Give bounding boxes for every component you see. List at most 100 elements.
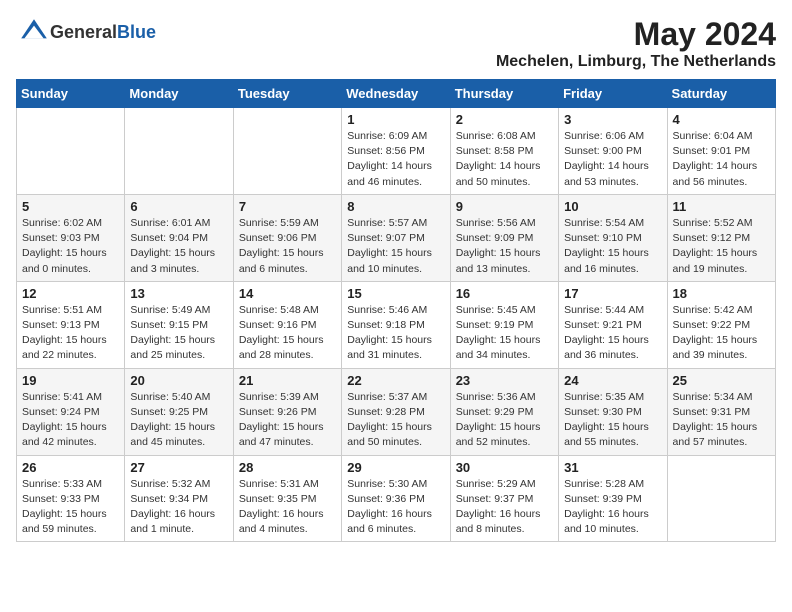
- day-number: 5: [22, 199, 119, 214]
- calendar-week-row: 26Sunrise: 5:33 AM Sunset: 9:33 PM Dayli…: [17, 455, 776, 542]
- day-info: Sunrise: 6:06 AM Sunset: 9:00 PM Dayligh…: [564, 129, 661, 190]
- calendar-cell: 1 Sunrise: 6:09 AM Sunset: 8:56 PM Daylig…: [342, 108, 450, 195]
- calendar-cell: 27 Sunrise: 5:32 AM Sunset: 9:34 PM Dayli…: [125, 455, 233, 542]
- calendar-cell: 13Sunrise: 5:49 AM Sunset: 9:15 PM Dayli…: [125, 281, 233, 368]
- day-number: 7: [239, 199, 336, 214]
- calendar-cell: 6 Sunrise: 6:01 AM Sunset: 9:04 PM Daylig…: [125, 194, 233, 281]
- calendar-cell: [233, 108, 341, 195]
- day-number: 28: [239, 460, 336, 475]
- day-number: 24: [564, 373, 661, 388]
- day-info: Sunrise: 5:29 AM Sunset: 9:37 PM Dayligh…: [456, 477, 553, 538]
- day-info: Sunrise: 6:01 AM Sunset: 9:04 PM Dayligh…: [130, 216, 227, 277]
- calendar-cell: 5 Sunrise: 6:02 AM Sunset: 9:03 PM Daylig…: [17, 194, 125, 281]
- calendar-cell: 20 Sunrise: 5:40 AM Sunset: 9:25 PM Dayli…: [125, 368, 233, 455]
- day-info: Sunrise: 5:57 AM Sunset: 9:07 PM Dayligh…: [347, 216, 444, 277]
- calendar-cell: 3 Sunrise: 6:06 AM Sunset: 9:00 PM Daylig…: [559, 108, 667, 195]
- day-info: Sunrise: 5:40 AM Sunset: 9:25 PM Dayligh…: [130, 390, 227, 451]
- weekday-header-wednesday: Wednesday: [342, 80, 450, 108]
- calendar-cell: 22Sunrise: 5:37 AM Sunset: 9:28 PM Dayli…: [342, 368, 450, 455]
- logo-icon: [18, 16, 50, 48]
- month-year-title: May 2024: [496, 16, 776, 53]
- day-number: 9: [456, 199, 553, 214]
- day-number: 16: [456, 286, 553, 301]
- calendar-cell: 19Sunrise: 5:41 AM Sunset: 9:24 PM Dayli…: [17, 368, 125, 455]
- day-number: 15: [347, 286, 444, 301]
- day-info: Sunrise: 6:09 AM Sunset: 8:56 PM Dayligh…: [347, 129, 444, 190]
- calendar-table: SundayMondayTuesdayWednesdayThursdayFrid…: [16, 79, 776, 542]
- day-number: 29: [347, 460, 444, 475]
- day-number: 31: [564, 460, 661, 475]
- calendar-cell: 8 Sunrise: 5:57 AM Sunset: 9:07 PM Daylig…: [342, 194, 450, 281]
- day-number: 18: [673, 286, 770, 301]
- calendar-cell: 30Sunrise: 5:29 AM Sunset: 9:37 PM Dayli…: [450, 455, 558, 542]
- logo-blue-text: Blue: [117, 22, 156, 42]
- day-info: Sunrise: 5:32 AM Sunset: 9:34 PM Dayligh…: [130, 477, 227, 538]
- weekday-header-sunday: Sunday: [17, 80, 125, 108]
- day-number: 3: [564, 112, 661, 127]
- calendar-cell: 14Sunrise: 5:48 AM Sunset: 9:16 PM Dayli…: [233, 281, 341, 368]
- day-number: 6: [130, 199, 227, 214]
- title-block: May 2024 Mechelen, Limburg, The Netherla…: [496, 16, 776, 71]
- day-info: Sunrise: 6:08 AM Sunset: 8:58 PM Dayligh…: [456, 129, 553, 190]
- day-number: 8: [347, 199, 444, 214]
- day-number: 20: [130, 373, 227, 388]
- day-info: Sunrise: 5:54 AM Sunset: 9:10 PM Dayligh…: [564, 216, 661, 277]
- day-info: Sunrise: 5:44 AM Sunset: 9:21 PM Dayligh…: [564, 303, 661, 364]
- calendar-cell: 31 Sunrise: 5:28 AM Sunset: 9:39 PM Dayli…: [559, 455, 667, 542]
- day-info: Sunrise: 5:46 AM Sunset: 9:18 PM Dayligh…: [347, 303, 444, 364]
- calendar-cell: [667, 455, 775, 542]
- day-info: Sunrise: 5:45 AM Sunset: 9:19 PM Dayligh…: [456, 303, 553, 364]
- calendar-cell: [125, 108, 233, 195]
- day-number: 27: [130, 460, 227, 475]
- logo: GeneralBlue: [16, 16, 156, 48]
- weekday-header-thursday: Thursday: [450, 80, 558, 108]
- calendar-cell: 15 Sunrise: 5:46 AM Sunset: 9:18 PM Dayli…: [342, 281, 450, 368]
- calendar-cell: 2 Sunrise: 6:08 AM Sunset: 8:58 PM Daylig…: [450, 108, 558, 195]
- day-info: Sunrise: 5:42 AM Sunset: 9:22 PM Dayligh…: [673, 303, 770, 364]
- calendar-cell: 16 Sunrise: 5:45 AM Sunset: 9:19 PM Dayli…: [450, 281, 558, 368]
- day-number: 23: [456, 373, 553, 388]
- calendar-week-row: 5 Sunrise: 6:02 AM Sunset: 9:03 PM Daylig…: [17, 194, 776, 281]
- day-number: 19: [22, 373, 119, 388]
- calendar-cell: 26Sunrise: 5:33 AM Sunset: 9:33 PM Dayli…: [17, 455, 125, 542]
- calendar-cell: 23 Sunrise: 5:36 AM Sunset: 9:29 PM Dayli…: [450, 368, 558, 455]
- weekday-header-monday: Monday: [125, 80, 233, 108]
- calendar-week-row: 19Sunrise: 5:41 AM Sunset: 9:24 PM Dayli…: [17, 368, 776, 455]
- calendar-cell: 25 Sunrise: 5:34 AM Sunset: 9:31 PM Dayli…: [667, 368, 775, 455]
- calendar-cell: 21 Sunrise: 5:39 AM Sunset: 9:26 PM Dayli…: [233, 368, 341, 455]
- day-info: Sunrise: 5:30 AM Sunset: 9:36 PM Dayligh…: [347, 477, 444, 538]
- weekday-header-row: SundayMondayTuesdayWednesdayThursdayFrid…: [17, 80, 776, 108]
- weekday-header-saturday: Saturday: [667, 80, 775, 108]
- calendar-cell: 7Sunrise: 5:59 AM Sunset: 9:06 PM Daylig…: [233, 194, 341, 281]
- weekday-header-friday: Friday: [559, 80, 667, 108]
- calendar-week-row: 1 Sunrise: 6:09 AM Sunset: 8:56 PM Daylig…: [17, 108, 776, 195]
- day-number: 13: [130, 286, 227, 301]
- calendar-cell: [17, 108, 125, 195]
- day-info: Sunrise: 5:39 AM Sunset: 9:26 PM Dayligh…: [239, 390, 336, 451]
- day-number: 17: [564, 286, 661, 301]
- location-subtitle: Mechelen, Limburg, The Netherlands: [496, 53, 776, 71]
- day-number: 4: [673, 112, 770, 127]
- day-info: Sunrise: 5:35 AM Sunset: 9:30 PM Dayligh…: [564, 390, 661, 451]
- day-number: 21: [239, 373, 336, 388]
- day-number: 2: [456, 112, 553, 127]
- day-number: 12: [22, 286, 119, 301]
- day-info: Sunrise: 5:56 AM Sunset: 9:09 PM Dayligh…: [456, 216, 553, 277]
- day-number: 25: [673, 373, 770, 388]
- calendar-cell: 29 Sunrise: 5:30 AM Sunset: 9:36 PM Dayli…: [342, 455, 450, 542]
- day-info: Sunrise: 6:02 AM Sunset: 9:03 PM Dayligh…: [22, 216, 119, 277]
- day-info: Sunrise: 5:28 AM Sunset: 9:39 PM Dayligh…: [564, 477, 661, 538]
- day-number: 11: [673, 199, 770, 214]
- day-number: 1: [347, 112, 444, 127]
- calendar-cell: 11Sunrise: 5:52 AM Sunset: 9:12 PM Dayli…: [667, 194, 775, 281]
- day-info: Sunrise: 5:37 AM Sunset: 9:28 PM Dayligh…: [347, 390, 444, 451]
- calendar-cell: 24 Sunrise: 5:35 AM Sunset: 9:30 PM Dayli…: [559, 368, 667, 455]
- calendar-cell: 10Sunrise: 5:54 AM Sunset: 9:10 PM Dayli…: [559, 194, 667, 281]
- calendar-week-row: 12 Sunrise: 5:51 AM Sunset: 9:13 PM Dayli…: [17, 281, 776, 368]
- day-info: Sunrise: 5:34 AM Sunset: 9:31 PM Dayligh…: [673, 390, 770, 451]
- day-info: Sunrise: 5:51 AM Sunset: 9:13 PM Dayligh…: [22, 303, 119, 364]
- day-info: Sunrise: 5:33 AM Sunset: 9:33 PM Dayligh…: [22, 477, 119, 538]
- calendar-cell: 28Sunrise: 5:31 AM Sunset: 9:35 PM Dayli…: [233, 455, 341, 542]
- day-info: Sunrise: 5:36 AM Sunset: 9:29 PM Dayligh…: [456, 390, 553, 451]
- day-number: 14: [239, 286, 336, 301]
